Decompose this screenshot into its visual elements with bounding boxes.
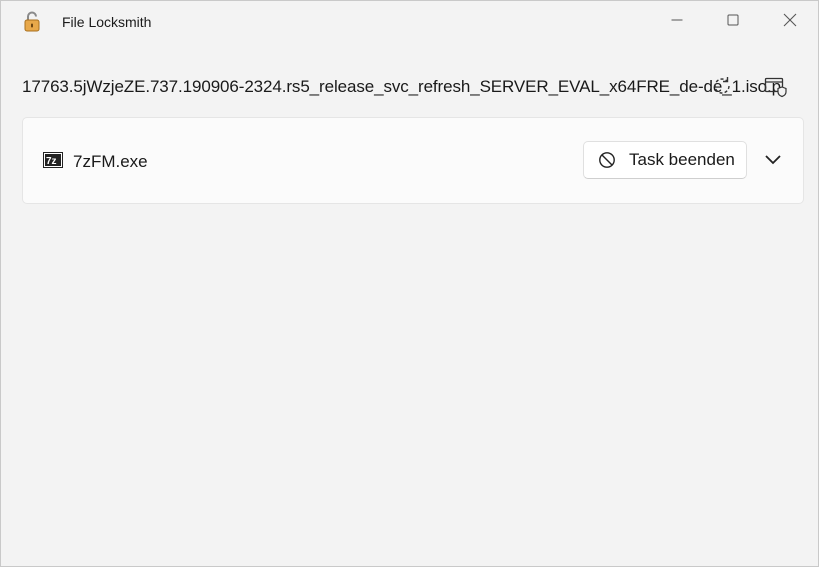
maximize-icon [727,14,739,26]
reload-icon[interactable] [710,74,734,98]
svg-text:7z: 7z [46,156,57,167]
end-task-label: Task beenden [629,150,735,169]
app-title: File Locksmith [62,14,152,30]
process-name: 7zFM.exe [73,152,148,171]
maximize-button[interactable] [705,1,761,39]
process-card[interactable]: 7z 7zFM.exe Task beenden [22,117,804,204]
block-icon [599,152,615,168]
close-icon [783,13,797,27]
chevron-down-icon[interactable] [761,150,785,170]
7zip-icon: 7z [43,152,63,168]
restart-as-admin-icon[interactable] [764,76,790,98]
title-bar[interactable]: File Locksmith [1,1,818,41]
file-locksmith-window: File Locksmith 17763.5jWzjeZE.737.190906… [0,0,819,567]
unlocked-padlock-icon [24,11,40,32]
end-task-button[interactable]: Task beenden [583,141,747,179]
minimize-icon [671,19,683,21]
close-button[interactable] [762,1,818,39]
minimize-button[interactable] [649,1,705,39]
file-path: 17763.5jWzjeZE.737.190906-2324.rs5_relea… [22,77,782,96]
